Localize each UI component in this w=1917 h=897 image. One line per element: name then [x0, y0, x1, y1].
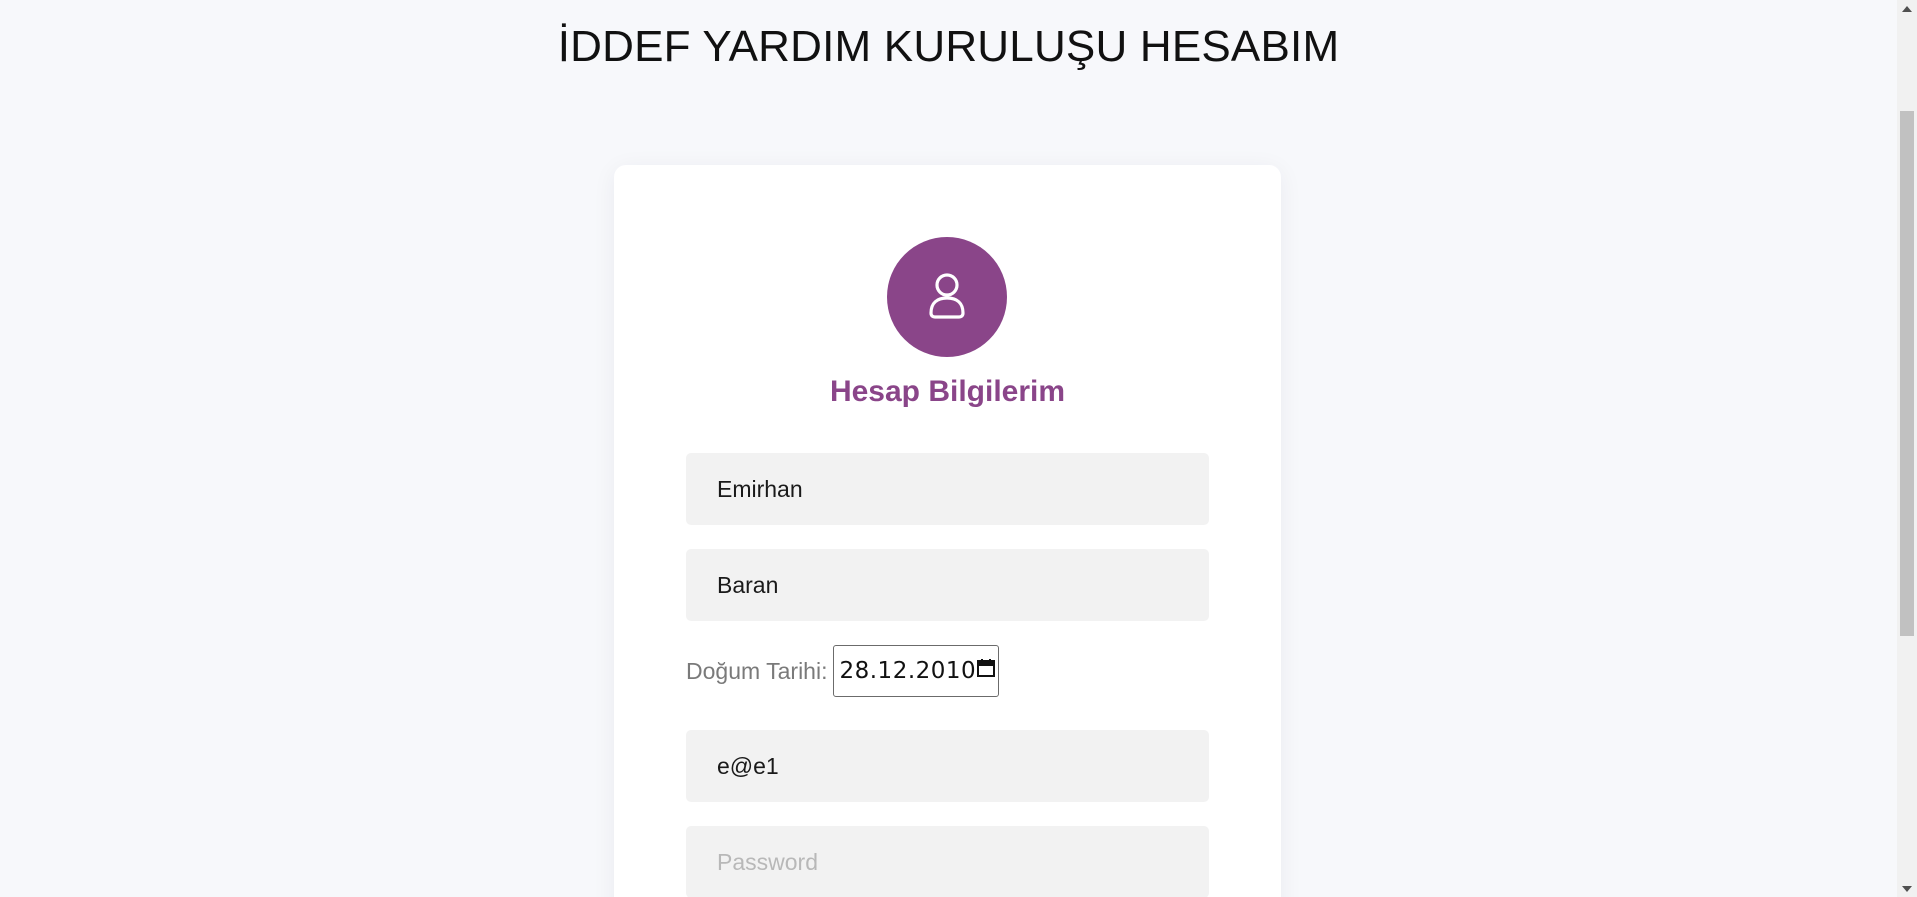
avatar: [887, 237, 1007, 357]
birth-date-row: Doğum Tarihi: 28.12.2010: [686, 645, 1000, 697]
password-input[interactable]: [686, 826, 1209, 897]
account-card: Hesap Bilgilerim Doğum Tarihi: 28.12.201…: [614, 165, 1281, 897]
card-title: Hesap Bilgilerim: [829, 375, 1066, 408]
user-icon: [925, 270, 969, 325]
birth-date-value: 28.12.2010: [839, 658, 977, 684]
scroll-down-icon[interactable]: [1897, 880, 1917, 897]
page-scrollbar[interactable]: [1897, 0, 1917, 897]
first-name-input[interactable]: [686, 453, 1209, 525]
scrollbar-thumb[interactable]: [1900, 111, 1914, 636]
page-title: İDDEF YARDIM KURULUŞU HESABIM: [557, 22, 1340, 71]
scroll-up-icon[interactable]: [1897, 0, 1917, 17]
calendar-icon[interactable]: [976, 658, 996, 684]
last-name-input[interactable]: [686, 549, 1209, 621]
email-input[interactable]: [686, 730, 1209, 802]
birth-date-label: Doğum Tarihi:: [686, 657, 828, 684]
page-viewport: İDDEF YARDIM KURULUŞU HESABIM Hesap Bilg…: [0, 0, 1897, 897]
birth-date-input[interactable]: 28.12.2010: [833, 645, 1000, 697]
